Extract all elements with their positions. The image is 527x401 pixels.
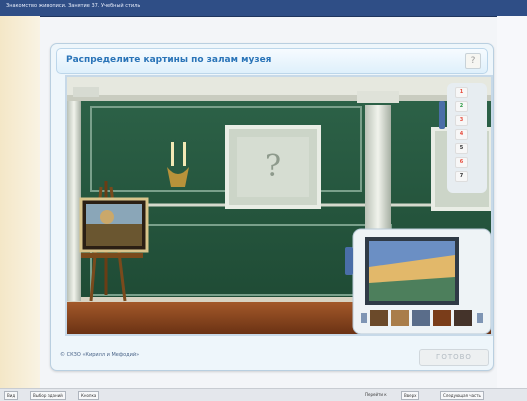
status-goto-label: Перейти к (365, 392, 387, 397)
app-title: Знакомство живописи. Занятие 37. Учебный… (6, 3, 141, 9)
status-up-button[interactable]: Вверх (401, 391, 420, 400)
status-next-part-button[interactable]: Следующая часть (440, 391, 484, 400)
hall-selector: 1 2 3 4 5 6 7 (451, 87, 483, 189)
hall-number-7[interactable]: 7 (455, 171, 468, 182)
exercise-header: Распределите картины по залам музея ? (56, 48, 488, 74)
ready-button[interactable]: ГОТОВО (419, 349, 489, 366)
app-title-bar: Знакомство живописи. Занятие 37. Учебный… (0, 0, 527, 17)
hall-number-2[interactable]: 2 (455, 101, 468, 112)
hall-number-6[interactable]: 6 (455, 157, 468, 168)
hall-number-3[interactable]: 3 (455, 115, 468, 126)
exercise-window: Распределите картины по залам музея ? ? … (50, 43, 494, 371)
exercise-title: Распределите картины по залам музея (66, 55, 272, 65)
help-button[interactable]: ? (465, 53, 481, 69)
hall-number-1[interactable]: 1 (455, 87, 468, 98)
hall-number-4[interactable]: 4 (455, 129, 468, 140)
scroll-right-arrow-icon[interactable] (473, 310, 487, 326)
left-panel (0, 16, 40, 388)
status-generic-button[interactable]: Кнопка (78, 391, 100, 400)
right-panel (497, 16, 527, 388)
scroll-left-arrow-icon[interactable] (357, 310, 369, 326)
copyright-note: © СКЗО «Кирилл и Мефодий» (60, 352, 140, 358)
status-view-button[interactable]: Вид (4, 391, 19, 400)
museum-scene: ? 1 2 3 4 5 6 7 (65, 75, 493, 336)
status-bar: Вид Выбор зданий Кнопка Перейти к Вверх … (0, 388, 527, 401)
hall-number-5[interactable]: 5 (455, 143, 468, 154)
status-building-button[interactable]: Выбор зданий (30, 391, 66, 400)
current-painting[interactable] (365, 237, 459, 305)
frame-question-mark: ? (265, 149, 282, 184)
easel-painting[interactable] (81, 199, 147, 251)
